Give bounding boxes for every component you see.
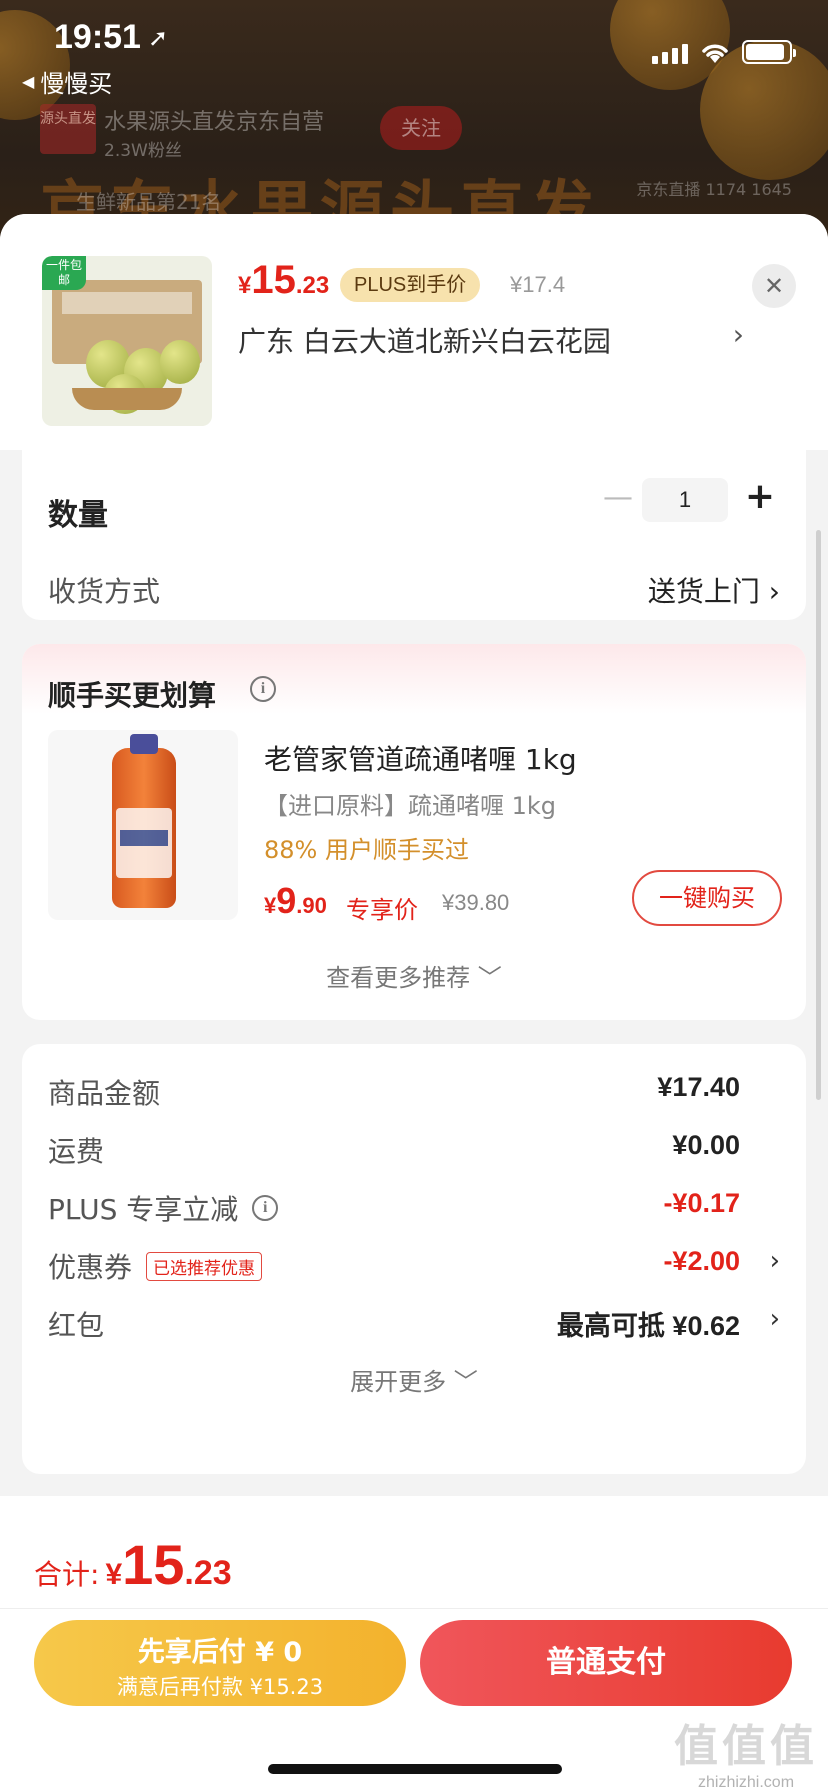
home-indicator[interactable] xyxy=(268,1764,562,1774)
shop-logo: 源头直发 xyxy=(40,104,96,154)
basket-image xyxy=(72,388,182,410)
cost-row-red-packet[interactable]: 红包 最高可抵 ¥0.62 › xyxy=(48,1304,780,1344)
recommend-title: 顺手买更划算 xyxy=(48,679,217,712)
cost-label: 红包 xyxy=(48,1309,105,1342)
coupon-selected-tag: 已选推荐优惠 xyxy=(146,1251,263,1281)
pay-later-title: 先享后付 ¥ 0 xyxy=(137,1637,303,1668)
status-icons xyxy=(652,40,796,64)
price-currency: ¥ xyxy=(238,272,252,299)
cost-value: ¥0.00 xyxy=(672,1130,740,1160)
quantity-input[interactable]: 1 xyxy=(642,478,728,522)
watermark: 值值值 zhizhizhi.com xyxy=(674,1710,818,1792)
product-price: ¥15.23 xyxy=(238,258,329,303)
pay-later-button[interactable]: 先享后付 ¥ 0 满意后再付款 ¥15.23 xyxy=(34,1620,406,1706)
shipping-method-label: 收货方式 xyxy=(48,575,161,608)
see-more-recommend-link[interactable]: 查看更多推荐 ﹀ xyxy=(22,958,806,993)
price-integer: 9 xyxy=(276,880,297,921)
plus-price-tag: PLUS到手价 xyxy=(340,268,481,302)
sheet-header: 一件包邮 ¥15.23 PLUS到手价 ¥17.4 ✕ 广东 白云大道北新兴白云… xyxy=(0,214,828,450)
cost-value: -¥2.00 xyxy=(663,1246,740,1276)
signal-icon xyxy=(652,44,688,64)
cost-value: -¥0.17 xyxy=(663,1188,740,1218)
cost-label: 商品金额 xyxy=(48,1077,161,1110)
quantity-label: 数量 xyxy=(48,498,108,533)
battery-icon xyxy=(742,40,796,64)
follow-button: 关注 xyxy=(380,106,462,150)
expand-more-link[interactable]: 展开更多 ﹀ xyxy=(22,1362,806,1397)
cost-label: 优惠券 xyxy=(48,1251,133,1284)
cost-breakdown-card: 商品金额 ¥17.40 运费 ¥0.00 PLUS 专享立减 i -¥0.17 … xyxy=(22,1044,806,1474)
total-label: 合计: xyxy=(34,1558,100,1591)
cost-row-plus-discount: PLUS 专享立减 i -¥0.17 xyxy=(48,1188,780,1228)
recommend-item-name[interactable]: 老管家管道疏通啫喱 1kg xyxy=(264,738,577,778)
cost-label: PLUS 专享立减 xyxy=(48,1193,239,1226)
location-arrow-icon: ➚ xyxy=(148,24,169,52)
bottle-image xyxy=(112,734,176,908)
cost-row-goods: 商品金额 ¥17.40 xyxy=(48,1072,780,1112)
status-time: 19:51 xyxy=(54,18,141,56)
recommend-card: 顺手买更划算 i 老管家管道疏通啫喱 1kg 【进口原料】疏通啫喱 1kg 88… xyxy=(22,644,806,1020)
bg-banner-sub: 生鲜新品第21名 xyxy=(76,190,222,214)
cost-row-coupon[interactable]: 优惠券 已选推荐优惠 -¥2.00 › xyxy=(48,1246,780,1286)
total-currency: ¥ xyxy=(105,1558,123,1591)
chevron-right-icon[interactable]: › xyxy=(770,1246,780,1276)
info-icon[interactable]: i xyxy=(250,676,276,702)
exclusive-price-label: 专享价 xyxy=(346,896,418,924)
quantity-plus-button[interactable]: + xyxy=(738,474,782,522)
chevron-right-icon[interactable]: › xyxy=(733,318,744,351)
bg-shop-row: 源头直发 水果源头直发京东自营 2.3W粉丝 关注 xyxy=(40,104,800,161)
recommend-item-price: ¥9.90 xyxy=(264,880,327,922)
recommend-item-image[interactable] xyxy=(48,730,238,920)
scrollbar[interactable] xyxy=(816,530,821,1100)
order-total: 合计: ¥ 15 .23 xyxy=(34,1532,232,1597)
recommend-original-price: ¥39.80 xyxy=(442,890,510,915)
product-thumbnail[interactable]: 一件包邮 xyxy=(42,256,212,426)
cost-value: 最高可抵 ¥0.62 xyxy=(556,1311,740,1341)
shipping-method-value[interactable]: 送货上门 › xyxy=(648,570,780,610)
pay-later-subtitle: 满意后再付款 ¥15.23 xyxy=(116,1675,324,1699)
guava-image xyxy=(160,340,200,384)
price-decimal: .90 xyxy=(296,893,327,918)
quantity-card: 数量 — 1 + 收货方式 送货上门 › xyxy=(22,450,806,620)
wifi-icon xyxy=(702,44,728,63)
bg-live-badge: 京东直播 1174 1645 xyxy=(636,180,792,199)
total-decimal: .23 xyxy=(184,1554,232,1592)
one-click-buy-button[interactable]: 一键购买 xyxy=(632,870,782,926)
normal-pay-button[interactable]: 普通支付 xyxy=(420,1620,792,1706)
total-integer: 15 xyxy=(122,1533,185,1596)
cost-label-wrap: 优惠券 已选推荐优惠 xyxy=(48,1246,263,1286)
divider xyxy=(0,1608,828,1609)
chevron-right-icon[interactable]: › xyxy=(770,1304,780,1334)
cost-label: 运费 xyxy=(48,1135,105,1168)
info-icon[interactable]: i xyxy=(252,1195,279,1221)
cost-value: ¥17.40 xyxy=(657,1072,740,1102)
free-shipping-badge: 一件包邮 xyxy=(42,256,86,290)
checkout-footer: 合计: ¥ 15 .23 先享后付 ¥ 0 满意后再付款 ¥15.23 普通支付… xyxy=(0,1496,828,1792)
price-integer: 15 xyxy=(251,258,296,302)
recommend-item-stat: 88% 用户顺手买过 xyxy=(264,836,469,864)
price-decimal: .23 xyxy=(295,272,330,299)
shop-fans: 2.3W粉丝 xyxy=(104,141,182,161)
watermark-domain: zhizhizhi.com xyxy=(697,1774,795,1791)
shop-name: 水果源头直发京东自营 xyxy=(104,110,325,135)
recommend-item-desc: 【进口原料】疏通啫喱 1kg xyxy=(264,792,557,820)
price-currency: ¥ xyxy=(264,893,277,918)
delivery-address[interactable]: 广东 白云大道北新兴白云花园 xyxy=(238,320,611,360)
watermark-logo: 值值值 xyxy=(674,1721,818,1772)
back-to-app-link[interactable]: ◀ 慢慢买 xyxy=(22,64,112,99)
cost-row-freight: 运费 ¥0.00 xyxy=(48,1130,780,1170)
close-icon[interactable]: ✕ xyxy=(752,264,796,308)
cost-label-wrap: PLUS 专享立减 i xyxy=(48,1188,279,1228)
back-app-label: 慢慢买 xyxy=(40,70,113,98)
status-bar: 19:51 ➚ xyxy=(0,0,828,72)
back-triangle-icon: ◀ xyxy=(22,72,35,91)
original-price: ¥17.4 xyxy=(510,272,566,297)
quantity-minus-button[interactable]: — xyxy=(598,478,638,522)
